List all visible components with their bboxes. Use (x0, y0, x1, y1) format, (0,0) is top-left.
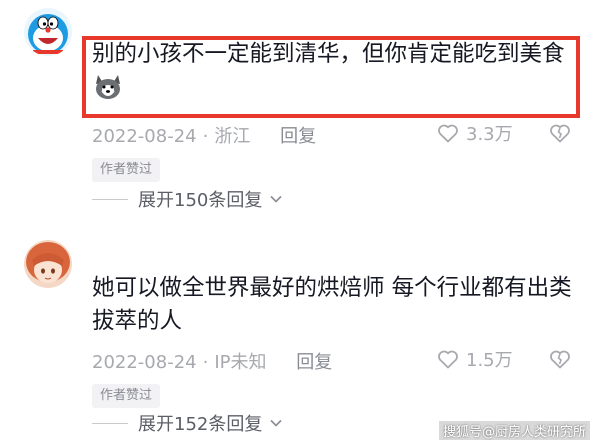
expand-replies-label: 展开152条回复 (138, 414, 263, 435)
doraemon-avatar[interactable] (24, 8, 72, 56)
expand-replies-button[interactable]: 展开152条回复 (92, 410, 284, 436)
chevron-down-icon (270, 195, 282, 203)
dislike-button[interactable] (548, 121, 572, 145)
husky-dog-emoji (92, 71, 124, 103)
author-liked-tag: 作者赞过 (92, 158, 161, 182)
comment-item-2: 她可以做全世界最好的烘焙师 每个行业都有出类拔萃的人 2022-08-24 · IP… (0, 226, 600, 446)
broken-heart-icon (550, 350, 570, 369)
comment-date: 2022-08-24 (92, 126, 197, 147)
comment-location: IP未知 (214, 352, 267, 373)
comment-meta: 2022-08-24 · 浙江 回复 (92, 126, 317, 147)
expand-replies-label: 展开150条回复 (138, 190, 263, 211)
reply-button[interactable]: 回复 (280, 126, 316, 147)
divider-line (92, 198, 128, 200)
comment-meta: 2022-08-24 · IP未知 回复 (92, 352, 333, 373)
heart-outline-icon (438, 350, 458, 369)
comment-text: 别的小孩不一定能到清华，但你肯定能吃到美食 (92, 38, 572, 110)
anime-girl-avatar[interactable] (24, 240, 72, 288)
expand-replies-button[interactable]: 展开150条回复 (92, 186, 284, 212)
like-count: 1.5万 (466, 350, 513, 371)
heart-outline-icon (438, 124, 458, 143)
anime-girl-avatar-image (24, 240, 72, 288)
reply-button[interactable]: 回复 (296, 352, 332, 373)
like-count: 3.3万 (466, 124, 513, 145)
comment-text: 她可以做全世界最好的烘焙师 每个行业都有出类拔萃的人 (92, 275, 572, 334)
source-watermark: 搜狐号@厨房人类研究所 (438, 421, 590, 440)
comment-date: 2022-08-24 (92, 352, 197, 373)
divider-line (92, 422, 128, 424)
author-liked-tag: 作者赞过 (92, 384, 161, 408)
comment-item-1: 别的小孩不一定能到清华，但你肯定能吃到美食 2022-08-24 · 浙江 回复 3… (0, 0, 600, 212)
like-button[interactable]: 3.3万 (436, 120, 513, 146)
doraemon-avatar-image (24, 8, 72, 56)
comment-text-content: 别的小孩不一定能到清华，但你肯定能吃到美食 (92, 41, 565, 67)
chevron-down-icon (270, 419, 282, 427)
broken-heart-icon (550, 124, 570, 143)
comment-location: 浙江 (214, 126, 251, 147)
like-button[interactable]: 1.5万 (436, 346, 513, 372)
dislike-button[interactable] (548, 347, 572, 371)
